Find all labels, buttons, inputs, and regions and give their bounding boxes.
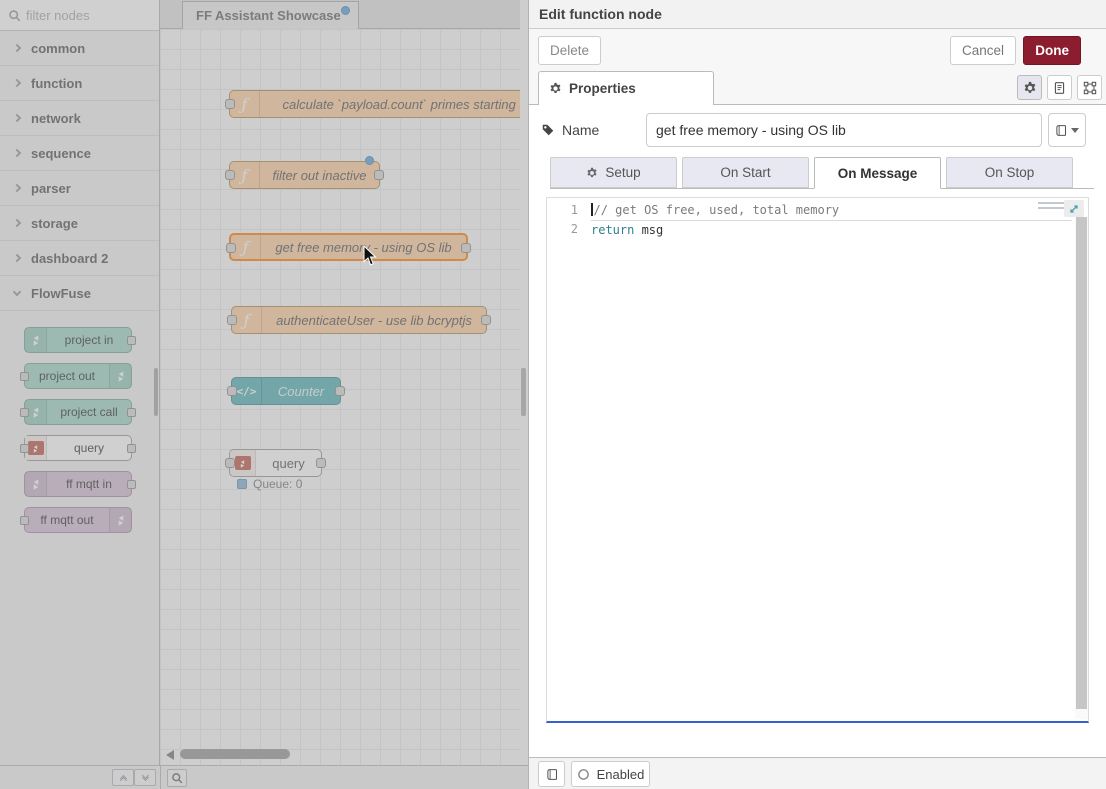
library-export-button[interactable]: [538, 761, 565, 787]
delete-button[interactable]: Delete: [538, 36, 601, 65]
editor-scroll-thumb[interactable]: [1076, 217, 1087, 709]
tab-label: On Stop: [985, 165, 1035, 180]
properties-view-button[interactable]: [1017, 75, 1042, 100]
tray-toolbar: Delete Cancel Done: [529, 29, 1106, 71]
expand-editor-button[interactable]: [1064, 200, 1084, 217]
mouse-cursor: [363, 245, 378, 272]
tab-on-message[interactable]: On Message: [814, 157, 941, 189]
tray-title: Edit function node: [529, 0, 1106, 29]
name-input[interactable]: [646, 113, 1042, 147]
cancel-button[interactable]: Cancel: [950, 36, 1016, 65]
tab-on-start[interactable]: On Start: [682, 157, 809, 188]
edit-tray: Edit function node Delete Cancel Done Pr…: [528, 0, 1106, 789]
appearance-view-button[interactable]: [1077, 75, 1102, 100]
library-dropdown-button[interactable]: [1048, 113, 1086, 147]
editor-scrollbar[interactable]: [1075, 217, 1088, 719]
text-cursor: [591, 203, 593, 216]
gear-icon: [549, 82, 562, 95]
tab-label: Setup: [605, 165, 640, 180]
chevron-down-icon: [1071, 128, 1079, 133]
done-button[interactable]: Done: [1023, 36, 1081, 65]
book-icon: [1055, 124, 1067, 137]
tag-icon: [541, 123, 555, 137]
tab-on-stop[interactable]: On Stop: [946, 157, 1073, 188]
description-view-button[interactable]: [1047, 75, 1072, 100]
expand-icon: [1068, 203, 1080, 215]
tab-label: On Message: [838, 166, 918, 181]
enabled-toggle-button[interactable]: Enabled: [571, 761, 650, 787]
modal-shade: [0, 0, 528, 789]
code-line-1[interactable]: // get OS free, used, total memory: [591, 201, 1072, 221]
tab-label: Properties: [569, 81, 636, 96]
line-numbers: 1 2: [547, 201, 591, 239]
circle-icon: [577, 768, 590, 781]
code-line-2[interactable]: return msg: [591, 221, 1072, 240]
tab-properties[interactable]: Properties: [538, 71, 714, 105]
enabled-label: Enabled: [597, 767, 645, 782]
document-icon: [1053, 81, 1066, 95]
tray-footer: Enabled: [529, 757, 1106, 789]
name-row: Name: [541, 113, 1086, 147]
selection-box-icon: [1083, 81, 1097, 95]
code-editor[interactable]: 1 2 // get OS free, used, total memory r…: [546, 197, 1089, 723]
node-red-editor: common function network sequence parser …: [0, 0, 1106, 789]
name-label: Name: [541, 122, 646, 138]
gear-icon: [1023, 81, 1037, 95]
tray-body: Name Setup On Start On Message On Stop: [529, 105, 1106, 757]
gear-icon: [586, 167, 598, 179]
tab-setup[interactable]: Setup: [550, 157, 677, 188]
book-icon: [546, 768, 558, 781]
editor-tabs: Properties: [529, 71, 1106, 105]
tab-label: On Start: [720, 165, 770, 180]
code-content[interactable]: // get OS free, used, total memory retur…: [591, 201, 1072, 240]
workspace-region: common function network sequence parser …: [0, 0, 528, 789]
function-tabs: Setup On Start On Message On Stop: [550, 157, 1094, 189]
